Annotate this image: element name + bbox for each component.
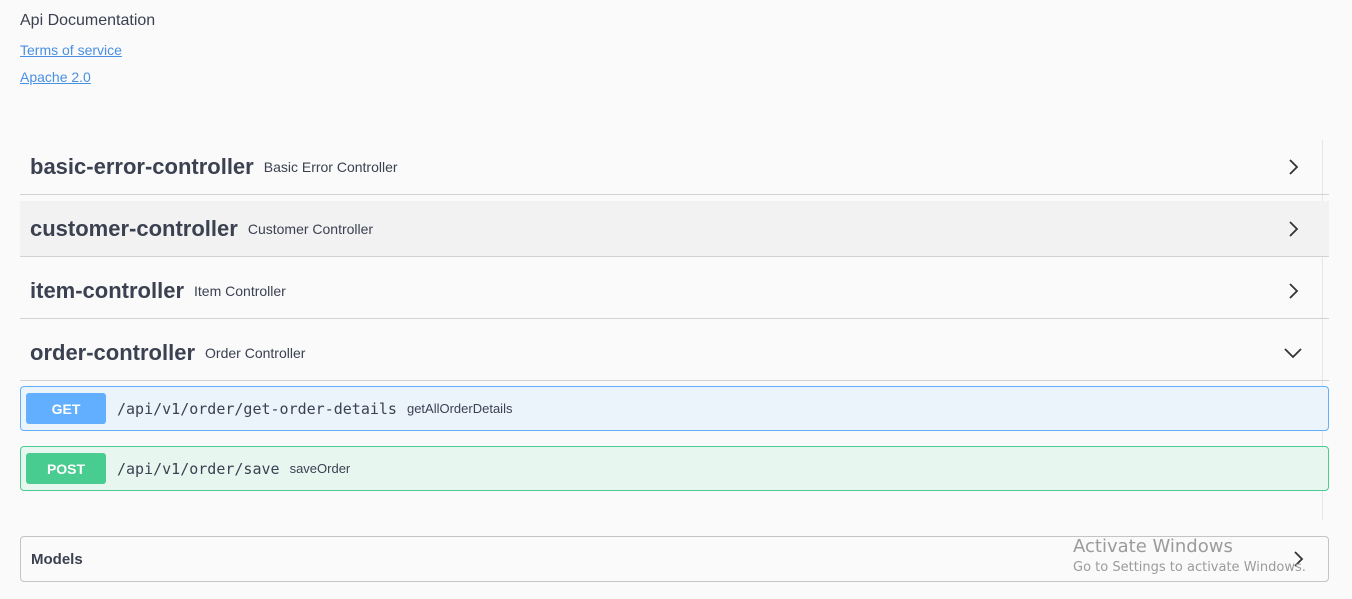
tag-customer-controller[interactable]: customer-controller Customer Controller <box>20 201 1329 257</box>
operation-summary: saveOrder <box>289 461 351 476</box>
tag-item-controller[interactable]: item-controller Item Controller <box>20 263 1329 319</box>
operation-post-save-order[interactable]: POST /api/v1/order/save saveOrder <box>20 446 1329 491</box>
tag-name: customer-controller <box>30 215 238 241</box>
chevron-right-icon[interactable] <box>1288 549 1308 569</box>
tag-description: Customer Controller <box>247 220 374 237</box>
operation-path: /api/v1/order/save <box>117 459 280 478</box>
models-section[interactable]: Models <box>20 536 1329 582</box>
tag-basic-error-controller[interactable]: basic-error-controller Basic Error Contr… <box>20 139 1329 195</box>
chevron-right-icon[interactable] <box>1283 157 1303 177</box>
license-link[interactable]: Apache 2.0 <box>20 69 91 85</box>
chevron-down-icon[interactable] <box>1283 343 1303 363</box>
chevron-right-icon[interactable] <box>1283 219 1303 239</box>
tag-name: basic-error-controller <box>30 153 254 179</box>
tag-name: order-controller <box>30 339 196 365</box>
operation-path: /api/v1/order/get-order-details <box>117 399 397 418</box>
method-badge-get: GET <box>26 393 106 424</box>
tag-order-controller[interactable]: order-controller Order Controller <box>20 325 1329 381</box>
tag-name: item-controller <box>30 277 185 303</box>
operation-summary: getAllOrderDetails <box>406 401 513 416</box>
models-title: Models <box>31 550 83 568</box>
api-title: Api Documentation <box>20 12 156 29</box>
tag-description: Basic Error Controller <box>263 158 398 175</box>
chevron-right-icon[interactable] <box>1283 281 1303 301</box>
swagger-page: Api Documentation Terms of service Apach… <box>0 0 1352 599</box>
tag-description: Item Controller <box>194 282 286 299</box>
method-badge-post: POST <box>26 453 106 484</box>
tag-description: Order Controller <box>205 344 306 361</box>
operation-get-order-details[interactable]: GET /api/v1/order/get-order-details getA… <box>20 386 1329 431</box>
terms-of-service-link[interactable]: Terms of service <box>20 42 122 58</box>
